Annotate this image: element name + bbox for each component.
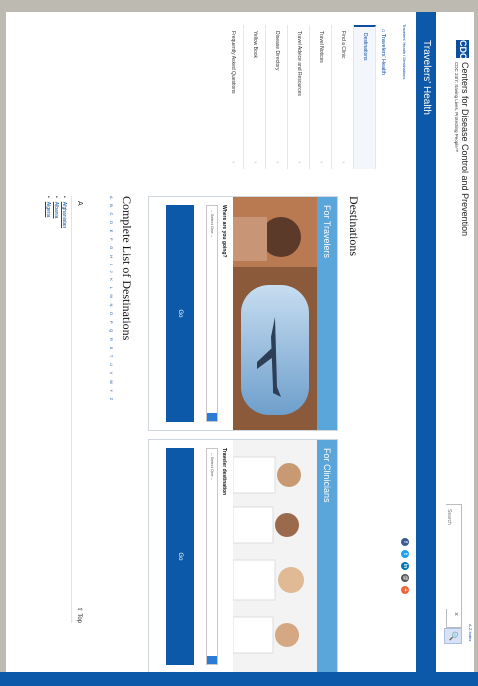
chevron-right-icon: ›: [296, 161, 302, 163]
chevron-right-icon: ›: [318, 161, 324, 163]
list-item[interactable]: •Albania: [52, 196, 60, 228]
search-button[interactable]: 🔍: [444, 628, 462, 644]
select-value: -- Select One --: [210, 210, 215, 238]
sidebar-item-yellow-book[interactable]: Yellow Book ›: [244, 25, 266, 169]
clinicians-image: [233, 440, 317, 672]
sidebar-item-label: Yellow Book: [252, 31, 258, 59]
go-button[interactable]: Go: [166, 448, 194, 665]
destination-select[interactable]: -- Select One --: [206, 205, 218, 422]
email-icon[interactable]: @: [401, 574, 409, 582]
travelers-card: For Travelers Where are you going? -- Se…: [148, 196, 338, 431]
sidebar-heading-label: Travelers' Health: [380, 33, 386, 75]
cdc-org-name[interactable]: Centers for Disease Control and Preventi…: [460, 62, 470, 236]
sidebar: ⌂ Travelers' Health Destinations Find a …: [222, 25, 390, 169]
linkedin-icon[interactable]: in: [401, 562, 409, 570]
destinations-list-title: Complete List of Destinations: [120, 196, 134, 341]
chevron-right-icon: ›: [230, 161, 236, 163]
search-icon: 🔍: [449, 631, 458, 641]
list-item[interactable]: •Afghanistan: [60, 196, 68, 228]
alphabet-index[interactable]: A B C D E F G H I J K L M N O P Q R S T …: [109, 196, 114, 402]
sidebar-item-label: Disease Directory: [274, 31, 280, 71]
destination-link[interactable]: Afghanistan: [61, 202, 67, 228]
sidebar-item-label: Travel Advice and Resources: [296, 31, 302, 96]
page-title: Destinations: [347, 196, 361, 256]
site-title[interactable]: Travelers' Health: [421, 40, 432, 115]
sidebar-item-label: Travel Notices: [318, 31, 324, 63]
letter-label: A: [76, 201, 83, 206]
destination-link[interactable]: Albania: [53, 202, 59, 219]
search-input[interactable]: [442, 505, 456, 609]
syndicate-icon[interactable]: +: [401, 586, 409, 594]
sidebar-item-destinations[interactable]: Destinations: [354, 25, 376, 169]
card-question-label: Traveler destination: [221, 448, 227, 496]
twitter-icon[interactable]: t: [401, 550, 409, 558]
select-value: -- Select One --: [210, 453, 215, 481]
top-link[interactable]: ⇧ Top: [76, 607, 83, 623]
footer-bar: [0, 672, 478, 686]
breadcrumb-current[interactable]: Destinations: [402, 57, 407, 79]
sidebar-item-label: Find a Clinic: [340, 31, 346, 59]
sidebar-item-label: Frequently Asked Questions: [230, 31, 236, 94]
chevron-down-icon[interactable]: [207, 656, 217, 664]
cdc-header: CDC Centers for Disease Control and Prev…: [436, 12, 474, 672]
chevron-right-icon: ›: [340, 161, 346, 163]
search-box: ×: [442, 504, 462, 628]
close-icon[interactable]: ×: [452, 612, 459, 616]
airplane-window-image: [233, 197, 317, 430]
sidebar-item-travel-advice[interactable]: Travel Advice and Resources ›: [288, 25, 310, 169]
site-bar: Travelers' Health: [416, 12, 436, 672]
sidebar-item-faq[interactable]: Frequently Asked Questions ›: [222, 25, 244, 169]
card-heading: For Travelers: [317, 197, 337, 430]
go-button[interactable]: Go: [166, 205, 194, 422]
sidebar-item-disease-directory[interactable]: Disease Directory ›: [266, 25, 288, 169]
cdc-logo[interactable]: CDC: [456, 40, 469, 60]
card-heading: For Clinicians: [317, 440, 337, 672]
chevron-right-icon: ›: [252, 161, 258, 163]
sidebar-item-travel-notices[interactable]: Travel Notices ›: [310, 25, 332, 169]
sidebar-heading[interactable]: ⌂ Travelers' Health: [376, 25, 390, 169]
clinicians-card: For Clinicians Traveler destination -- S…: [148, 439, 338, 672]
list-item[interactable]: •Algeria: [44, 196, 52, 228]
letter-heading: A ⇧ Top: [71, 196, 84, 623]
destination-list: •Afghanistan •Albania •Algeria: [44, 196, 68, 228]
destination-link[interactable]: Algeria: [45, 202, 51, 218]
cdc-tagline: CDC 24/7: Saving Lives, Protecting Peopl…: [454, 62, 459, 153]
page: CDC Centers for Disease Control and Prev…: [6, 12, 474, 672]
traveler-destination-select[interactable]: -- Select One --: [206, 448, 218, 665]
breadcrumb: Travelers' Health / Destinations: [402, 24, 407, 79]
chevron-down-icon[interactable]: [207, 413, 217, 421]
chevron-right-icon: ›: [274, 161, 280, 163]
breadcrumb-home[interactable]: Travelers' Health: [402, 24, 407, 54]
card-question-label: Where are you going?: [221, 205, 227, 258]
sidebar-item-find-clinic[interactable]: Find a Clinic ›: [332, 25, 354, 169]
az-index-link[interactable]: A-Z Index: [468, 624, 473, 641]
sidebar-item-label: Destinations: [362, 33, 368, 61]
facebook-icon[interactable]: f: [401, 538, 409, 546]
